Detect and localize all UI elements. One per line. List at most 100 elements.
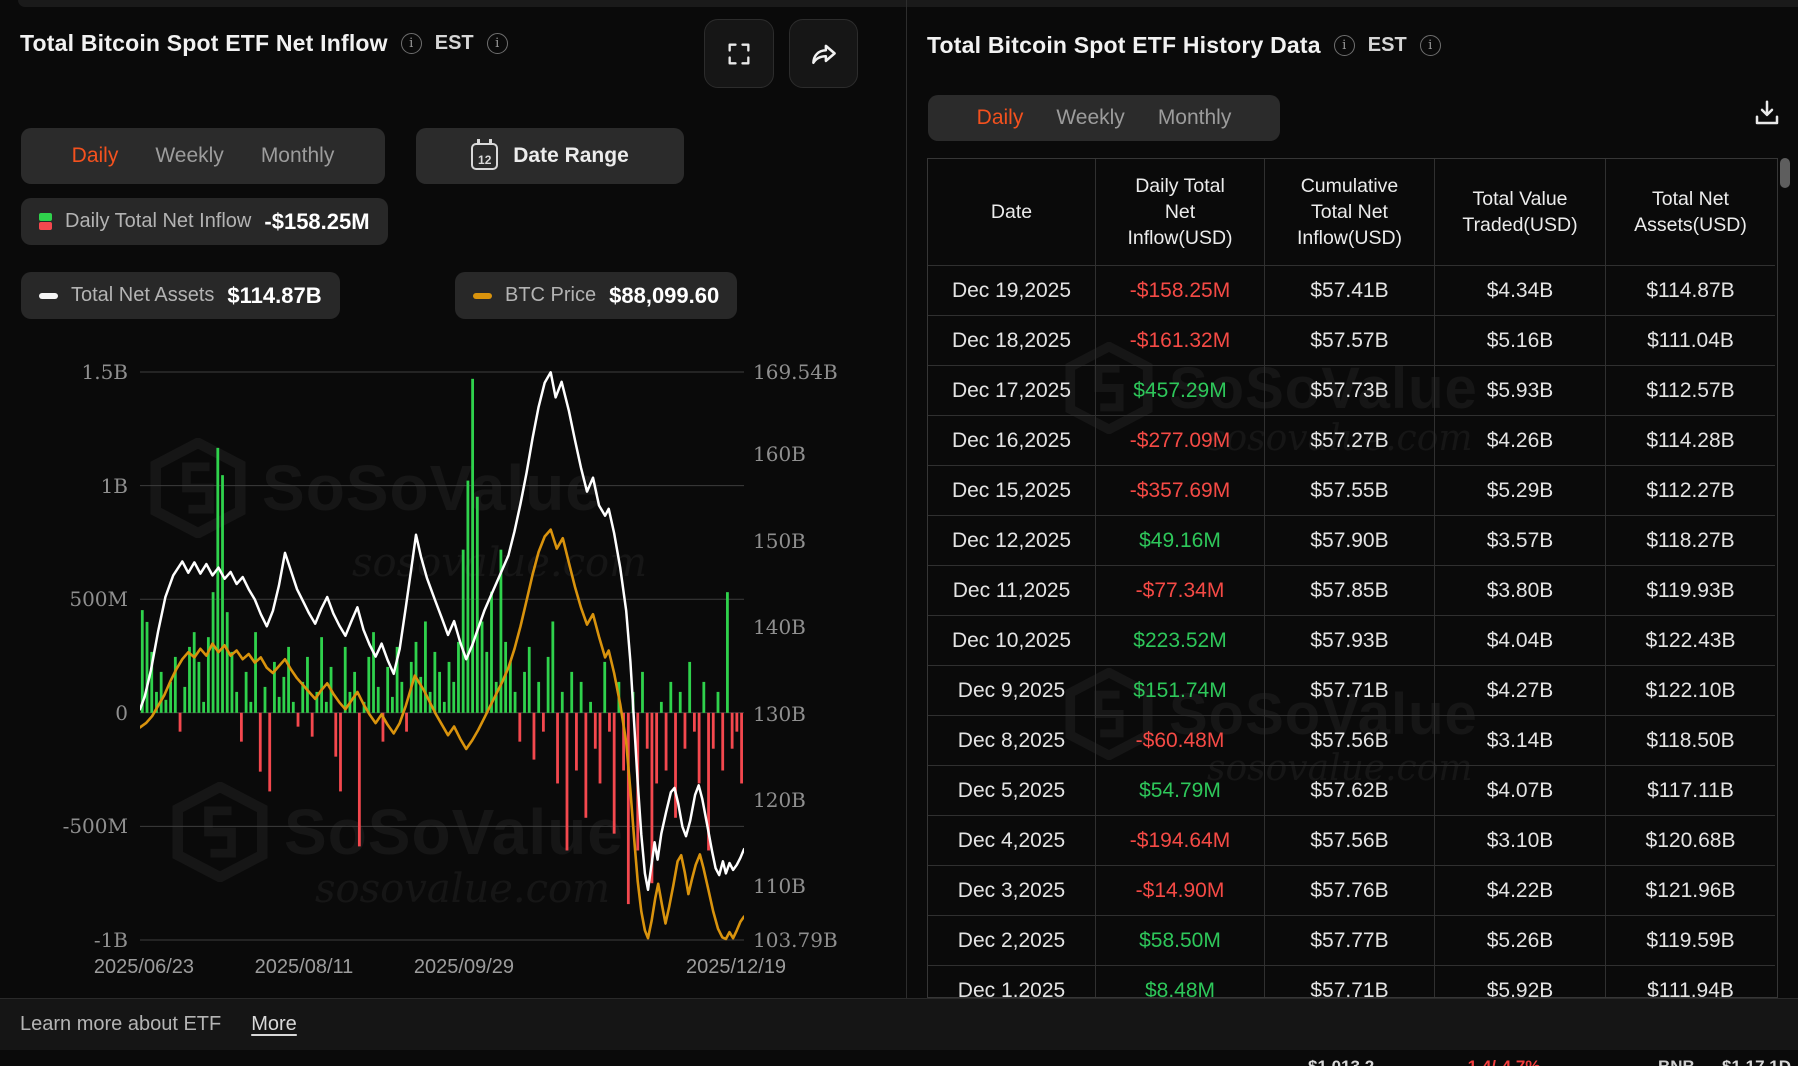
daily-inflow-cell: -$14.90M <box>1096 866 1265 916</box>
value-traded-cell: $5.92B <box>1435 966 1606 998</box>
etf-net-inflow-chart[interactable] <box>140 340 744 965</box>
table-row: Dec 2,2025$58.50M$57.77B$5.26B$119.59B <box>928 916 1777 966</box>
panel-divider <box>906 0 907 998</box>
cumulative-inflow-cell: $57.77B <box>1265 916 1435 966</box>
net-assets-cell: $118.27B <box>1606 516 1775 566</box>
net-assets-cell: $120.68B <box>1606 816 1775 866</box>
table-row: Dec 17,2025$457.29M$57.73B$5.93B$112.57B <box>928 366 1777 416</box>
info-icon[interactable]: i <box>1420 35 1441 56</box>
legend-total-net-assets: Total Net Assets $114.87B <box>21 272 340 319</box>
table-row: Dec 3,2025-$14.90M$57.76B$4.22B$121.96B <box>928 866 1777 916</box>
date-cell: Dec 2,2025 <box>928 916 1096 966</box>
info-icon[interactable]: i <box>401 33 422 54</box>
info-icon[interactable]: i <box>487 33 508 54</box>
tab-monthly[interactable]: Monthly <box>1158 106 1232 130</box>
daily-inflow-cell: -$161.32M <box>1096 316 1265 366</box>
tab-daily[interactable]: Daily <box>977 106 1024 130</box>
share-icon <box>809 39 839 69</box>
axis-tick-label: 130B <box>753 702 806 726</box>
table-row: Dec 11,2025-$77.34M$57.85B$3.80B$119.93B <box>928 566 1777 616</box>
legend-value: -$158.25M <box>264 209 369 235</box>
cumulative-inflow-cell: $57.93B <box>1265 616 1435 666</box>
net-assets-cell: $112.57B <box>1606 366 1775 416</box>
net-assets-cell: $119.93B <box>1606 566 1775 616</box>
footer-more-link[interactable]: More <box>251 1013 297 1036</box>
axis-tick-label: 103.79B <box>753 928 838 952</box>
table-header-cell: Total Net Assets(USD) <box>1606 159 1775 266</box>
green-red-candle-icon <box>39 213 52 230</box>
legend-btc-price: BTC Price $88,099.60 <box>455 272 737 319</box>
tab-weekly[interactable]: Weekly <box>155 144 223 168</box>
cumulative-inflow-cell: $57.71B <box>1265 966 1435 998</box>
download-button[interactable] <box>1750 96 1784 130</box>
date-cell: Dec 8,2025 <box>928 716 1096 766</box>
tab-daily[interactable]: Daily <box>72 144 119 168</box>
value-traded-cell: $5.16B <box>1435 316 1606 366</box>
axis-tick-label: 169.54B <box>753 360 838 384</box>
axis-tick-label: 1B <box>0 474 128 498</box>
legend-value: $114.87B <box>227 283 321 309</box>
info-icon[interactable]: i <box>1334 35 1355 56</box>
value-traded-cell: $3.57B <box>1435 516 1606 566</box>
daily-inflow-cell: $223.52M <box>1096 616 1265 666</box>
date-cell: Dec 11,2025 <box>928 566 1096 616</box>
cumulative-inflow-cell: $57.71B <box>1265 666 1435 716</box>
cumulative-inflow-cell: $57.56B <box>1265 716 1435 766</box>
axis-tick-label: 160B <box>753 442 806 466</box>
chart-title: Total Bitcoin Spot ETF Net Inflow <box>20 30 388 57</box>
timezone-label: EST <box>435 32 474 55</box>
value-traded-cell: $4.07B <box>1435 766 1606 816</box>
axis-tick-label: 110B <box>753 874 806 898</box>
value-traded-cell: $4.04B <box>1435 616 1606 666</box>
value-traded-cell: $4.34B <box>1435 266 1606 316</box>
value-traded-cell: $3.14B <box>1435 716 1606 766</box>
orange-dash-icon <box>473 293 492 299</box>
net-assets-cell: $117.11B <box>1606 766 1775 816</box>
ticker-fragment: $1,013.2 <box>1308 1057 1374 1066</box>
share-button[interactable] <box>789 19 858 88</box>
cumulative-inflow-cell: $57.62B <box>1265 766 1435 816</box>
daily-inflow-cell: $457.29M <box>1096 366 1265 416</box>
tab-monthly[interactable]: Monthly <box>261 144 335 168</box>
net-assets-cell: $111.94B <box>1606 966 1775 998</box>
daily-inflow-cell: -$194.64M <box>1096 816 1265 866</box>
value-traded-cell: $4.22B <box>1435 866 1606 916</box>
axis-tick-label: 120B <box>753 788 806 812</box>
cumulative-inflow-cell: $57.27B <box>1265 416 1435 466</box>
legend-label: BTC Price <box>505 284 596 307</box>
table-row: Dec 12,2025$49.16M$57.90B$3.57B$118.27B <box>928 516 1777 566</box>
axis-tick-label: -500M <box>0 814 128 838</box>
date-cell: Dec 19,2025 <box>928 266 1096 316</box>
daily-inflow-cell: -$77.34M <box>1096 566 1265 616</box>
date-cell: Dec 4,2025 <box>928 816 1096 866</box>
net-assets-cell: $119.59B <box>1606 916 1775 966</box>
net-assets-cell: $114.87B <box>1606 266 1775 316</box>
date-range-button[interactable]: 12 Date Range <box>416 128 684 184</box>
date-cell: Dec 3,2025 <box>928 866 1096 916</box>
table-row: Dec 4,2025-$194.64M$57.56B$3.10B$120.68B <box>928 816 1777 866</box>
axis-tick-label: 500M <box>0 587 128 611</box>
daily-inflow-cell: -$277.09M <box>1096 416 1265 466</box>
cumulative-inflow-cell: $57.73B <box>1265 366 1435 416</box>
history-data-table: DateDaily Total Net Inflow(USD)Cumulativ… <box>927 158 1778 998</box>
white-dash-icon <box>39 293 58 299</box>
daily-inflow-cell: $54.79M <box>1096 766 1265 816</box>
calendar-icon: 12 <box>471 143 498 170</box>
net-assets-cell: $122.43B <box>1606 616 1775 666</box>
fullscreen-button[interactable] <box>704 19 774 88</box>
net-assets-cell: $118.50B <box>1606 716 1775 766</box>
daily-inflow-cell: $151.74M <box>1096 666 1265 716</box>
footer-bar: Learn more about ETF More <box>0 998 1798 1050</box>
tab-weekly[interactable]: Weekly <box>1056 106 1124 130</box>
table-scrollbar[interactable] <box>1780 158 1790 188</box>
table-header-cell: Date <box>928 159 1096 266</box>
cumulative-inflow-cell: $57.57B <box>1265 316 1435 366</box>
net-inflow-panel: SoSoValue sosovalue.com SoSoValue sosova… <box>0 0 906 1002</box>
clipped-price-ticker: $1,013.2-1.4/-4.7%BNB$1.17 1D <box>0 1050 1798 1066</box>
net-assets-cell: $114.28B <box>1606 416 1775 466</box>
daily-inflow-cell: -$60.48M <box>1096 716 1265 766</box>
table-header-cell: Daily Total Net Inflow(USD) <box>1096 159 1265 266</box>
date-cell: Dec 1,2025 <box>928 966 1096 998</box>
table-header-row: DateDaily Total Net Inflow(USD)Cumulativ… <box>928 159 1777 266</box>
download-icon <box>1752 98 1782 128</box>
